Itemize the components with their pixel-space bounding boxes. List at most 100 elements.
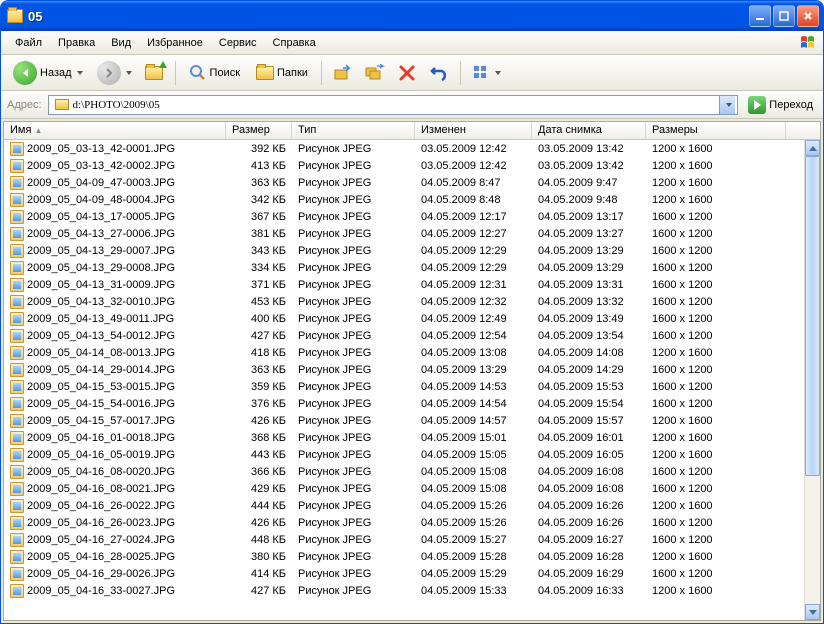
file-name: 2009_05_04-09_48-0004.JPG <box>27 194 175 206</box>
column-modified[interactable]: Изменен <box>415 122 532 139</box>
file-modified: 04.05.2009 12:49 <box>415 312 532 326</box>
file-modified: 04.05.2009 12:29 <box>415 261 532 275</box>
search-button[interactable]: Поиск <box>183 59 246 87</box>
delete-button[interactable] <box>393 59 421 87</box>
column-headers: Имя ▲ Размер Тип Изменен Дата снимка Раз… <box>4 122 820 140</box>
menu-view[interactable]: Вид <box>103 34 139 52</box>
menu-favorites[interactable]: Избранное <box>139 34 211 52</box>
scroll-up-button[interactable] <box>805 140 820 156</box>
forward-button[interactable] <box>93 59 136 87</box>
column-type[interactable]: Тип <box>292 122 415 139</box>
file-name: 2009_05_04-16_01-0018.JPG <box>27 432 175 444</box>
file-modified: 03.05.2009 12:42 <box>415 159 532 173</box>
jpeg-file-icon <box>10 516 24 530</box>
column-shot-date[interactable]: Дата снимка <box>532 122 646 139</box>
column-dimensions[interactable]: Размеры <box>646 122 786 139</box>
minimize-button[interactable] <box>749 5 771 27</box>
file-row[interactable]: 2009_05_04-16_08-0020.JPG366 КБРисунок J… <box>4 463 820 480</box>
file-row[interactable]: 2009_05_04-13_31-0009.JPG371 КБРисунок J… <box>4 276 820 293</box>
file-dimensions: 1600 x 1200 <box>646 295 786 309</box>
file-name: 2009_05_04-13_54-0012.JPG <box>27 330 175 342</box>
file-modified: 04.05.2009 15:08 <box>415 465 532 479</box>
file-row[interactable]: 2009_05_04-13_27-0006.JPG381 КБРисунок J… <box>4 225 820 242</box>
folders-button[interactable]: Папки <box>250 59 314 87</box>
address-input-wrapper[interactable] <box>48 95 739 115</box>
address-label: Адрес: <box>7 99 42 111</box>
copy-to-button[interactable] <box>361 59 389 87</box>
file-row[interactable]: 2009_05_04-16_08-0021.JPG429 КБРисунок J… <box>4 480 820 497</box>
views-button[interactable] <box>468 59 505 87</box>
file-dimensions: 1600 x 1200 <box>646 567 786 581</box>
file-name: 2009_05_04-16_08-0020.JPG <box>27 466 175 478</box>
file-row[interactable]: 2009_05_04-09_47-0003.JPG363 КБРисунок J… <box>4 174 820 191</box>
address-input[interactable] <box>73 97 720 113</box>
file-row[interactable]: 2009_05_04-16_33-0027.JPG427 КБРисунок J… <box>4 582 820 599</box>
go-button[interactable]: Переход <box>744 94 817 116</box>
file-modified: 04.05.2009 13:08 <box>415 346 532 360</box>
back-icon <box>13 61 37 85</box>
file-row[interactable]: 2009_05_03-13_42-0001.JPG392 КБРисунок J… <box>4 140 820 157</box>
file-shot-date: 04.05.2009 16:05 <box>532 448 646 462</box>
file-row[interactable]: 2009_05_04-14_08-0013.JPG418 КБРисунок J… <box>4 344 820 361</box>
file-row[interactable]: 2009_05_04-16_29-0026.JPG414 КБРисунок J… <box>4 565 820 582</box>
menu-file[interactable]: Файл <box>7 34 50 52</box>
jpeg-file-icon <box>10 363 24 377</box>
menu-edit[interactable]: Правка <box>50 34 103 52</box>
file-dimensions: 1200 x 1600 <box>646 499 786 513</box>
file-row[interactable]: 2009_05_04-16_28-0025.JPG380 КБРисунок J… <box>4 548 820 565</box>
move-to-button[interactable] <box>329 59 357 87</box>
file-shot-date: 04.05.2009 16:08 <box>532 465 646 479</box>
scroll-down-button[interactable] <box>805 604 820 620</box>
file-name: 2009_05_04-13_49-0011.JPG <box>27 313 174 325</box>
file-row[interactable]: 2009_05_04-13_54-0012.JPG427 КБРисунок J… <box>4 327 820 344</box>
file-shot-date: 04.05.2009 14:08 <box>532 346 646 360</box>
menu-help[interactable]: Справка <box>265 34 324 52</box>
file-type: Рисунок JPEG <box>292 261 415 275</box>
file-modified: 04.05.2009 12:31 <box>415 278 532 292</box>
menubar: Файл Правка Вид Избранное Сервис Справка <box>1 31 823 55</box>
file-row[interactable]: 2009_05_04-16_26-0023.JPG426 КБРисунок J… <box>4 514 820 531</box>
menu-tools[interactable]: Сервис <box>211 34 265 52</box>
file-shot-date: 04.05.2009 16:26 <box>532 516 646 530</box>
file-modified: 04.05.2009 15:08 <box>415 482 532 496</box>
file-dimensions: 1600 x 1200 <box>646 363 786 377</box>
file-type: Рисунок JPEG <box>292 414 415 428</box>
file-row[interactable]: 2009_05_03-13_42-0002.JPG413 КБРисунок J… <box>4 157 820 174</box>
column-size[interactable]: Размер <box>226 122 292 139</box>
column-name[interactable]: Имя ▲ <box>4 122 226 139</box>
file-row[interactable]: 2009_05_04-09_48-0004.JPG342 КБРисунок J… <box>4 191 820 208</box>
windows-flag-icon[interactable] <box>799 33 819 53</box>
file-shot-date: 04.05.2009 16:08 <box>532 482 646 496</box>
file-row[interactable]: 2009_05_04-16_05-0019.JPG443 КБРисунок J… <box>4 446 820 463</box>
address-dropdown[interactable] <box>719 96 735 114</box>
file-row[interactable]: 2009_05_04-14_29-0014.JPG363 КБРисунок J… <box>4 361 820 378</box>
back-button[interactable]: Назад <box>7 59 89 87</box>
file-row[interactable]: 2009_05_04-13_29-0008.JPG334 КБРисунок J… <box>4 259 820 276</box>
file-modified: 04.05.2009 15:26 <box>415 499 532 513</box>
file-row[interactable]: 2009_05_04-16_26-0022.JPG444 КБРисунок J… <box>4 497 820 514</box>
file-row[interactable]: 2009_05_04-13_32-0010.JPG453 КБРисунок J… <box>4 293 820 310</box>
undo-button[interactable] <box>425 59 453 87</box>
file-row[interactable]: 2009_05_04-13_17-0005.JPG367 КБРисунок J… <box>4 208 820 225</box>
file-type: Рисунок JPEG <box>292 278 415 292</box>
file-dimensions: 1600 x 1200 <box>646 261 786 275</box>
file-name: 2009_05_04-16_08-0021.JPG <box>27 483 175 495</box>
scroll-thumb[interactable] <box>805 156 820 476</box>
titlebar[interactable]: 05 <box>1 1 823 31</box>
vertical-scrollbar[interactable] <box>804 140 820 620</box>
file-row[interactable]: 2009_05_04-16_27-0024.JPG448 КБРисунок J… <box>4 531 820 548</box>
maximize-button[interactable] <box>773 5 795 27</box>
up-button[interactable] <box>140 59 168 87</box>
file-dimensions: 1600 x 1200 <box>646 516 786 530</box>
file-row[interactable]: 2009_05_04-16_01-0018.JPG368 КБРисунок J… <box>4 429 820 446</box>
close-button[interactable] <box>797 5 819 27</box>
file-name: 2009_05_04-16_27-0024.JPG <box>27 534 175 546</box>
file-row[interactable]: 2009_05_04-13_29-0007.JPG343 КБРисунок J… <box>4 242 820 259</box>
forward-icon <box>97 61 121 85</box>
file-name: 2009_05_04-13_32-0010.JPG <box>27 296 175 308</box>
file-row[interactable]: 2009_05_04-15_57-0017.JPG426 КБРисунок J… <box>4 412 820 429</box>
file-size: 359 КБ <box>226 380 292 394</box>
file-row[interactable]: 2009_05_04-15_53-0015.JPG359 КБРисунок J… <box>4 378 820 395</box>
file-row[interactable]: 2009_05_04-15_54-0016.JPG376 КБРисунок J… <box>4 395 820 412</box>
file-row[interactable]: 2009_05_04-13_49-0011.JPG400 КБРисунок J… <box>4 310 820 327</box>
